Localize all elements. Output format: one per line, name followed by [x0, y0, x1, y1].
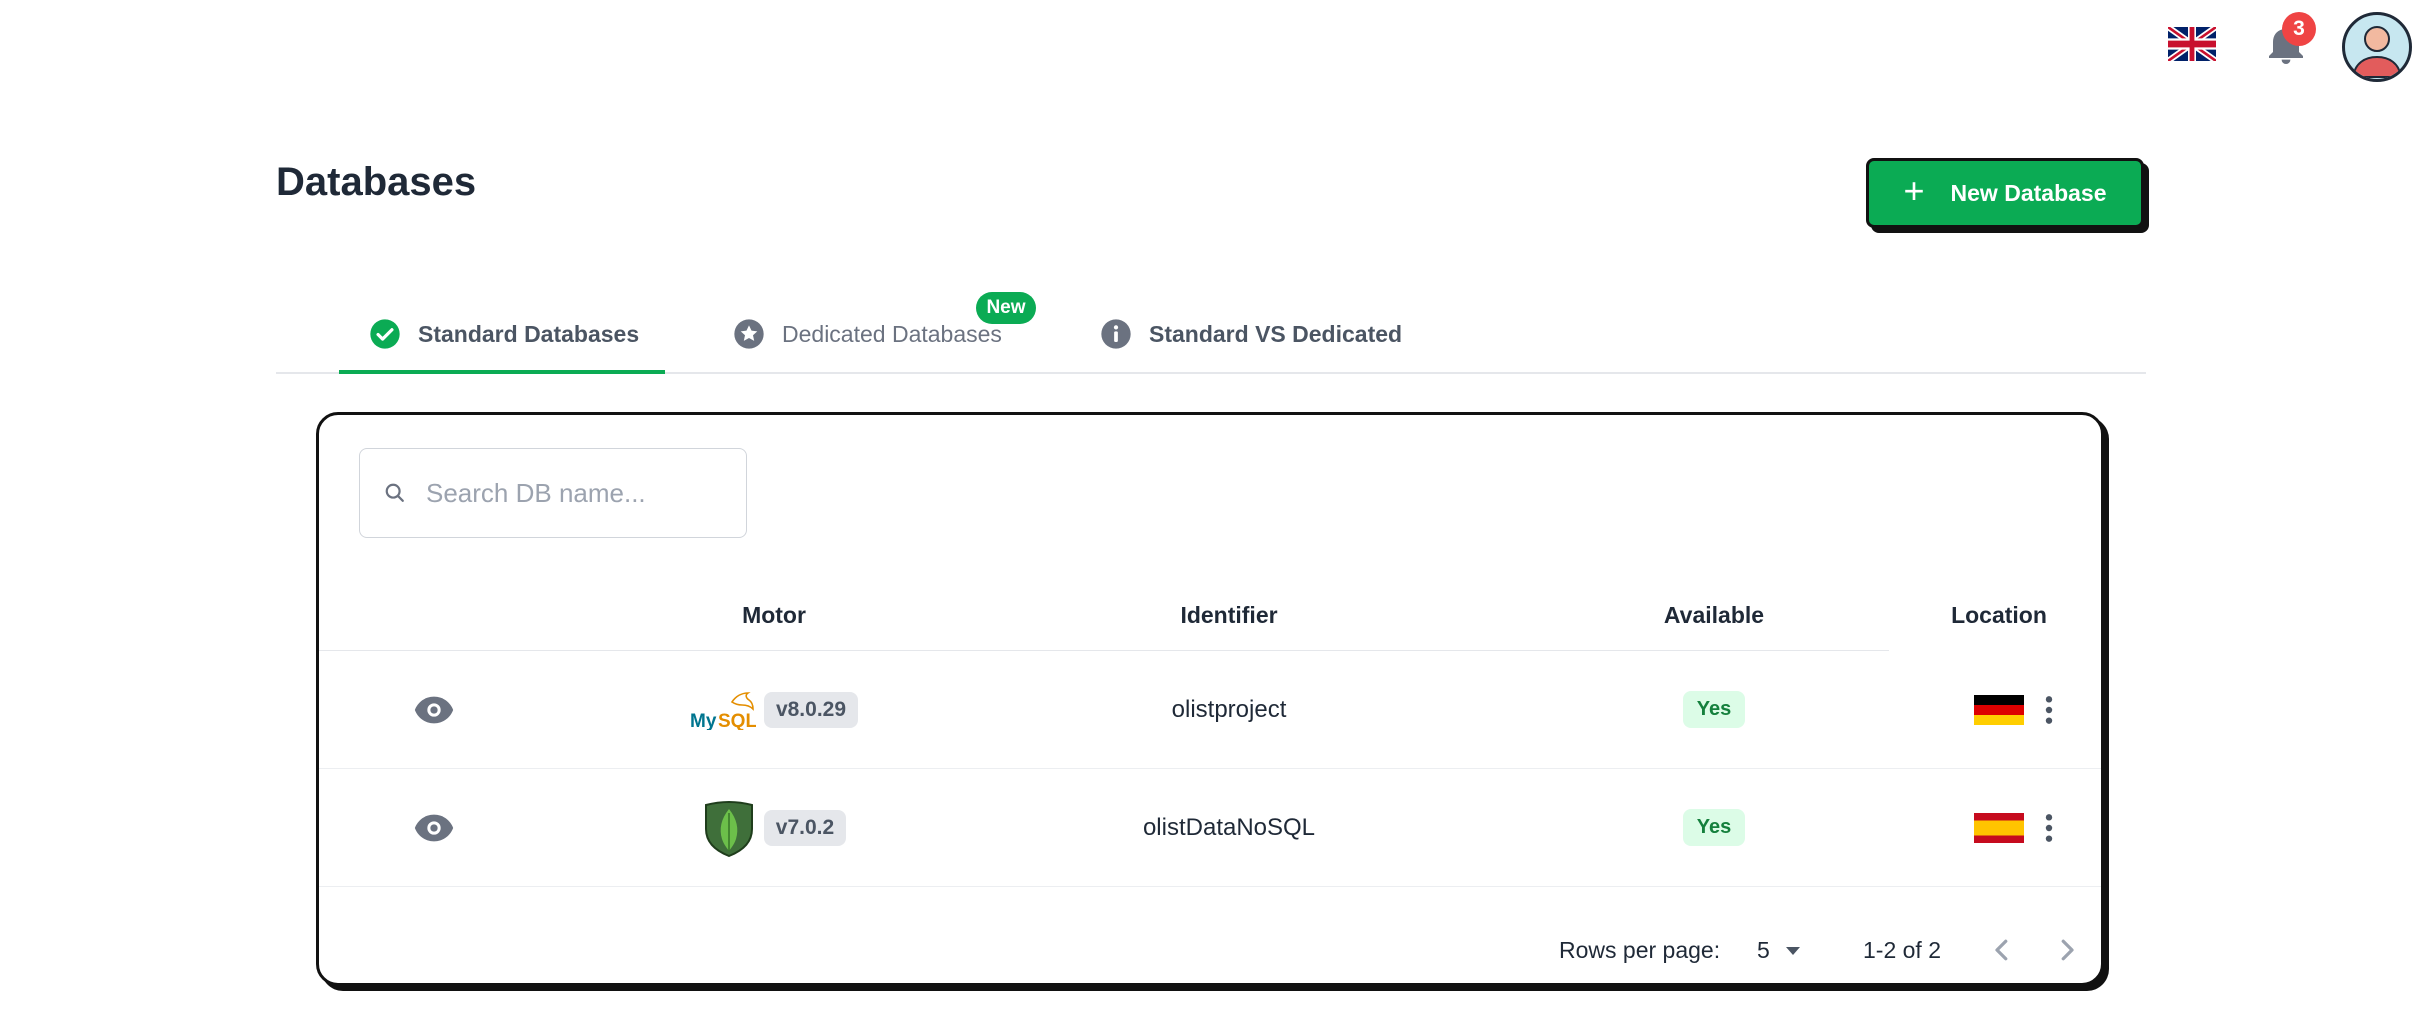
view-cell: [369, 769, 499, 886]
identifier-cell: olistproject: [1171, 695, 1287, 723]
user-avatar[interactable]: [2342, 12, 2412, 82]
version-badge: v8.0.29: [763, 691, 859, 728]
tab-standard-databases[interactable]: Standard Databases: [338, 296, 666, 374]
new-database-label: New Database: [1950, 179, 2107, 206]
chevron-left-icon[interactable]: [1987, 935, 2017, 965]
motor-cell: My SQL v8.0.29: [619, 651, 929, 768]
column-header-motor: Motor: [742, 602, 806, 628]
search-icon: [385, 483, 404, 502]
search-input[interactable]: [424, 476, 728, 510]
eye-icon[interactable]: [414, 695, 454, 725]
plus-icon: +: [1903, 170, 1925, 211]
pagination-range: 1-2 of 2: [1863, 937, 1941, 963]
tab-label: Dedicated Databases: [782, 320, 1002, 347]
version-badge: v7.0.2: [763, 809, 847, 846]
column-header-location: Location: [1951, 602, 2047, 628]
info-circle-icon: [1101, 319, 1131, 349]
check-circle-icon: [370, 319, 400, 349]
tab-standard-vs-dedicated[interactable]: Standard VS Dedicated: [1100, 296, 1402, 372]
view-cell: [369, 651, 499, 768]
column-header-identifier: Identifier: [1180, 602, 1278, 628]
database-tabs: Standard Databases Dedicated Databases N…: [276, 292, 2146, 374]
search-box[interactable]: [359, 448, 747, 538]
table-row: v7.0.2 olistDataNoSQL Yes: [319, 769, 2101, 887]
svg-text:SQL: SQL: [718, 711, 756, 730]
available-badge: Yes: [1682, 691, 1746, 728]
rows-per-page-select[interactable]: 5: [1757, 937, 1802, 964]
tab-label: Standard VS Dedicated: [1149, 320, 1403, 347]
row-actions-cell: [2019, 651, 2079, 768]
row-actions-cell: [2019, 769, 2079, 886]
available-cell: Yes: [1649, 651, 1779, 768]
rows-per-page-value: 5: [1757, 937, 1770, 963]
motor-cell: v7.0.2: [619, 769, 929, 886]
more-vertical-icon[interactable]: [2043, 694, 2055, 726]
caret-down-icon: [1785, 946, 1800, 955]
new-database-button[interactable]: + New Database: [1866, 158, 2144, 228]
svg-text:My: My: [690, 711, 717, 730]
more-vertical-icon[interactable]: [2043, 812, 2055, 844]
table-header: Motor Identifier Available Location: [319, 580, 2047, 651]
star-circle-icon: [734, 319, 764, 349]
identifier-cell: olistDataNoSQL: [1142, 813, 1316, 841]
new-badge: New: [976, 292, 1036, 324]
databases-card: Motor Identifier Available Location My S…: [316, 412, 2104, 986]
spain-flag-icon: [1974, 812, 2024, 843]
available-badge: Yes: [1682, 809, 1746, 846]
available-cell: Yes: [1649, 769, 1779, 886]
mongodb-logo-icon: [704, 800, 753, 857]
page-title: Databases: [276, 160, 477, 204]
mysql-logo-icon: My SQL: [690, 691, 756, 730]
chevron-right-icon[interactable]: [2052, 935, 2082, 965]
column-header-available: Available: [1663, 602, 1765, 628]
eye-icon[interactable]: [414, 813, 454, 843]
rows-per-page-label: Rows per page:: [1559, 937, 1721, 963]
uk-flag-icon[interactable]: [2168, 27, 2216, 61]
table-row: My SQL v8.0.29 olistproject Yes: [319, 651, 2101, 769]
notification-count-badge: 3: [2282, 12, 2316, 46]
table-pagination: Rows per page: 5 1-2 of 2: [319, 917, 2101, 983]
tab-label: Standard Databases: [418, 320, 640, 347]
germany-flag-icon: [1974, 694, 2024, 725]
tab-dedicated-databases[interactable]: Dedicated Databases: [733, 296, 1002, 372]
